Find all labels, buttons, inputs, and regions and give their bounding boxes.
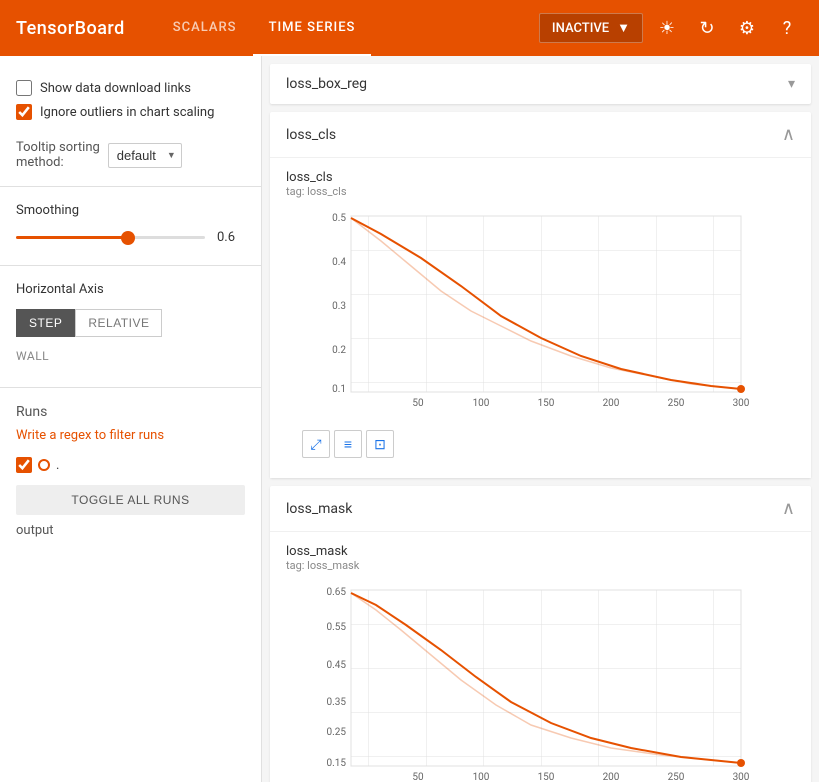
- collapse-icon-loss-cls: ∧: [782, 124, 795, 145]
- ignore-outliers-label: Ignore outliers in chart scaling: [40, 105, 214, 120]
- data-table-button[interactable]: ≡: [334, 430, 362, 458]
- svg-text:0.4: 0.4: [332, 257, 346, 268]
- main-content: loss_box_reg ▾ loss_cls ∧ loss_cls tag: …: [262, 56, 819, 782]
- run-dot-icon: [38, 459, 50, 471]
- loss-mask-card: loss_mask tag: loss_mask 0.65 0.55 0.: [270, 532, 811, 782]
- svg-text:0.25: 0.25: [326, 727, 346, 738]
- svg-text:250: 250: [667, 772, 684, 782]
- tooltip-row: Tooltip sortingmethod: default: [0, 132, 261, 178]
- loss-box-reg-header[interactable]: loss_box_reg ▾: [270, 64, 811, 104]
- chart-group-loss-mask: loss_mask ∧ loss_mask tag: loss_mask: [270, 486, 811, 782]
- tooltip-sorting-label: Tooltip sortingmethod:: [16, 140, 100, 170]
- svg-text:0.1: 0.1: [332, 384, 346, 395]
- loss-mask-chart-title: loss_mask: [286, 544, 795, 559]
- settings-icon[interactable]: ⚙: [731, 12, 763, 44]
- run-label: .: [56, 458, 59, 473]
- loss-cls-header[interactable]: loss_cls ∧: [270, 112, 811, 158]
- loss-mask-title: loss_mask: [286, 501, 352, 517]
- svg-text:50: 50: [412, 772, 424, 782]
- svg-text:200: 200: [602, 398, 619, 409]
- show-download-label: Show data download links: [40, 81, 191, 96]
- divider-1: [0, 186, 261, 187]
- show-download-checkbox[interactable]: [16, 80, 32, 96]
- smoothing-slider[interactable]: [16, 236, 205, 239]
- loss-cls-toolbar: ⤢ ≡ ⊡: [286, 426, 795, 466]
- help-icon[interactable]: ?: [771, 12, 803, 44]
- collapse-icon-loss-mask: ∧: [782, 498, 795, 519]
- svg-text:150: 150: [537, 772, 554, 782]
- run-checkbox[interactable]: [16, 457, 32, 473]
- loss-mask-tag: tag: loss_mask: [286, 559, 795, 572]
- h-axis-label: Horizontal Axis: [16, 282, 245, 297]
- tooltip-select-wrapper: default: [108, 143, 182, 168]
- svg-text:0.15: 0.15: [326, 758, 346, 769]
- output-label: output: [16, 523, 245, 538]
- runs-filter[interactable]: Write a regex to filter runs: [16, 428, 245, 443]
- loss-mask-chart: 0.65 0.55 0.45 0.35 0.25 0.15 50 100 150…: [311, 580, 771, 782]
- svg-text:300: 300: [732, 772, 749, 782]
- chart-group-loss-box-reg: loss_box_reg ▾: [270, 64, 811, 104]
- app-logo: TensorBoard: [16, 18, 125, 39]
- fit-domain-button[interactable]: ⊡: [366, 430, 394, 458]
- svg-text:50: 50: [412, 398, 424, 409]
- toggle-all-runs-button[interactable]: TOGGLE ALL RUNS: [16, 485, 245, 515]
- header-right: INACTIVE ▼ ☀ ↻ ⚙ ?: [539, 12, 803, 44]
- axis-buttons: STEP RELATIVE: [16, 309, 245, 337]
- chart-group-loss-cls: loss_cls ∧ loss_cls tag: loss_cls: [270, 112, 811, 478]
- h-axis-section: Horizontal Axis STEP RELATIVE WALL: [0, 274, 261, 379]
- main-layout: Show data download links Ignore outliers…: [0, 56, 819, 782]
- expand-chart-button[interactable]: ⤢: [302, 430, 330, 458]
- refresh-icon[interactable]: ↻: [691, 12, 723, 44]
- slider-row: 0.6: [16, 230, 245, 245]
- loss-cls-svg: 0.5 0.4 0.3 0.2 0.1 50 100 150 200 250 3…: [311, 206, 771, 426]
- loss-cls-tag: tag: loss_cls: [286, 185, 795, 198]
- loss-box-reg-title: loss_box_reg: [286, 76, 367, 92]
- ignore-outliers-checkbox[interactable]: [16, 104, 32, 120]
- show-download-row[interactable]: Show data download links: [16, 76, 245, 100]
- svg-text:150: 150: [537, 398, 554, 409]
- svg-text:0.55: 0.55: [326, 622, 346, 633]
- run-item-dot: .: [16, 455, 245, 475]
- svg-text:250: 250: [667, 398, 684, 409]
- loss-cls-chart: 0.5 0.4 0.3 0.2 0.1 50 100 150 200 250 3…: [311, 206, 771, 426]
- header-nav: SCALARS TIME SERIES: [157, 0, 372, 56]
- svg-text:0.3: 0.3: [332, 301, 346, 312]
- smoothing-label: Smoothing: [16, 203, 245, 218]
- loss-mask-header[interactable]: loss_mask ∧: [270, 486, 811, 532]
- divider-3: [0, 387, 261, 388]
- tooltip-select[interactable]: default: [108, 143, 182, 168]
- svg-text:0.45: 0.45: [326, 660, 346, 671]
- svg-text:0.5: 0.5: [332, 213, 346, 224]
- svg-text:300: 300: [732, 398, 749, 409]
- wall-label: WALL: [16, 345, 245, 367]
- ignore-outliers-row[interactable]: Ignore outliers in chart scaling: [16, 100, 245, 124]
- sidebar-options: Show data download links Ignore outliers…: [0, 68, 261, 132]
- svg-text:0.65: 0.65: [326, 587, 346, 598]
- step-button[interactable]: STEP: [16, 309, 75, 337]
- runs-section: Runs Write a regex to filter runs . TOGG…: [0, 396, 261, 546]
- header: TensorBoard SCALARS TIME SERIES INACTIVE…: [0, 0, 819, 56]
- status-selector[interactable]: INACTIVE ▼: [539, 13, 643, 43]
- sidebar: Show data download links Ignore outliers…: [0, 56, 262, 782]
- svg-text:200: 200: [602, 772, 619, 782]
- svg-text:100: 100: [472, 398, 489, 409]
- svg-text:0.35: 0.35: [326, 697, 346, 708]
- loss-mask-svg: 0.65 0.55 0.45 0.35 0.25 0.15 50 100 150…: [311, 580, 771, 782]
- loss-cls-chart-title: loss_cls: [286, 170, 795, 185]
- relative-button[interactable]: RELATIVE: [75, 309, 162, 337]
- nav-scalars[interactable]: SCALARS: [157, 0, 253, 56]
- svg-text:100: 100: [472, 772, 489, 782]
- svg-text:0.2: 0.2: [332, 345, 346, 356]
- brightness-icon[interactable]: ☀: [651, 12, 683, 44]
- loss-cls-card: loss_cls tag: loss_cls 0.5 0.4: [270, 158, 811, 478]
- loss-cls-title: loss_cls: [286, 127, 336, 143]
- nav-time-series[interactable]: TIME SERIES: [253, 0, 372, 56]
- collapse-arrow-icon: ▾: [788, 76, 795, 92]
- runs-title: Runs: [16, 404, 245, 420]
- smoothing-section: Smoothing 0.6: [0, 195, 261, 257]
- divider-2: [0, 265, 261, 266]
- smoothing-value: 0.6: [217, 230, 245, 245]
